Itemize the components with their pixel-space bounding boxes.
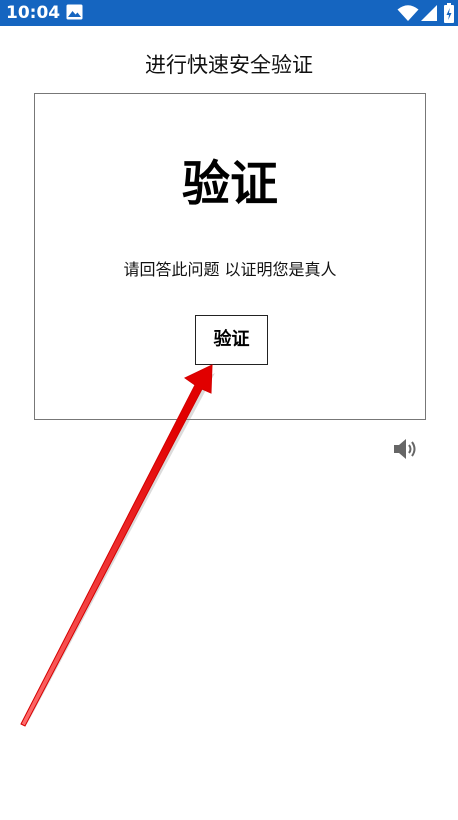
battery-icon [444,3,454,23]
signal-icon [421,5,437,21]
verify-button[interactable]: 验证 [195,315,268,365]
speaker-icon[interactable] [392,437,420,461]
verification-panel: 验证 请回答此问题 以证明您是真人 验证 [34,93,426,420]
verification-description: 请回答此问题 以证明您是真人 [123,260,337,279]
status-time: 10:04 [6,3,61,23]
status-bar: 10:04 [0,0,458,26]
wifi-icon [397,5,419,21]
page-title: 进行快速安全验证 [145,53,313,77]
image-icon [66,4,83,20]
verification-heading: 验证 [181,156,278,212]
